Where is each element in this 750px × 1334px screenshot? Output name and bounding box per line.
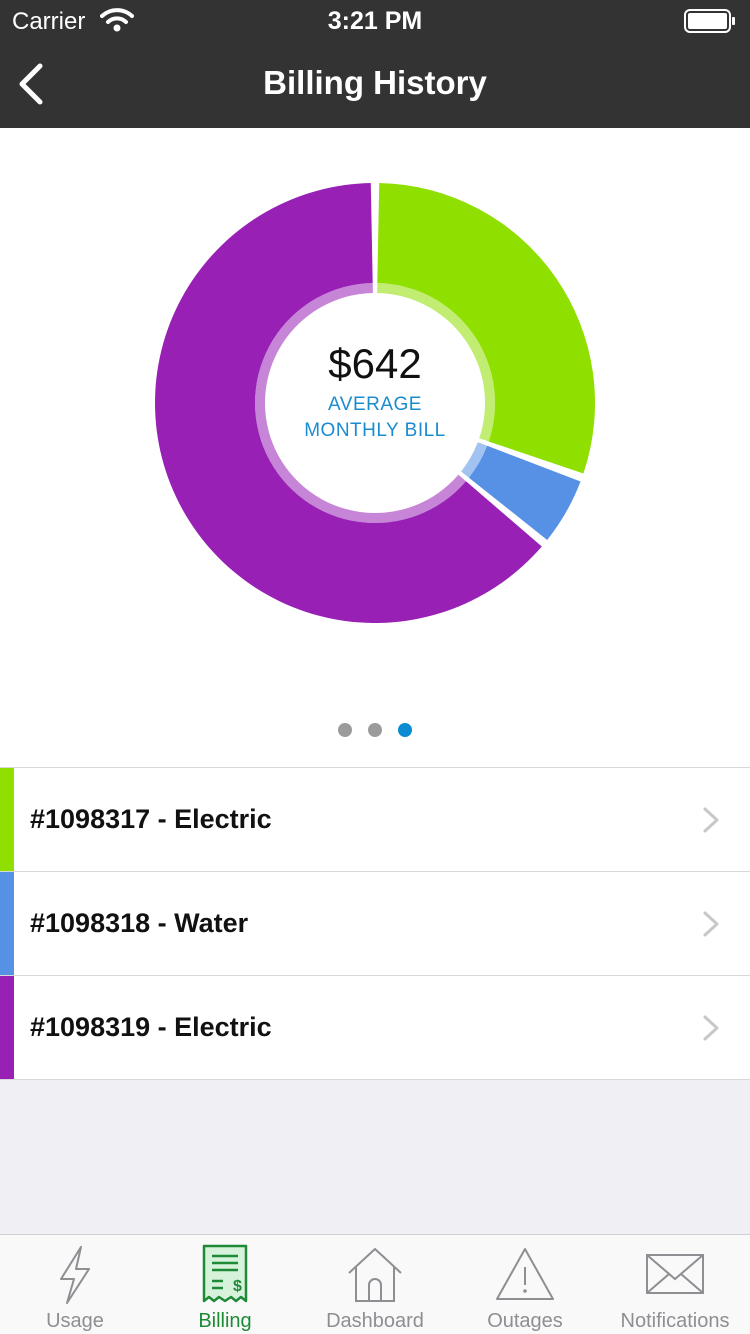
chevron-right-icon <box>703 1015 719 1041</box>
lightning-icon <box>60 1246 90 1304</box>
average-bill-amount: $642 <box>328 340 422 387</box>
account-row[interactable]: #1098319 - Electric <box>0 976 750 1080</box>
page-dot[interactable] <box>338 723 352 737</box>
chevron-right-icon <box>703 911 719 937</box>
page-indicator[interactable] <box>0 723 750 737</box>
tab-outages[interactable]: Outages <box>450 1235 600 1334</box>
tab-bar: Usage $ Billing Dashboard Outages Notifi… <box>0 1234 750 1334</box>
page-dot[interactable] <box>368 723 382 737</box>
status-time: 3:21 PM <box>327 7 423 35</box>
tab-label: Billing <box>198 1310 252 1332</box>
status-bar: Carrier 3:21 PM <box>0 0 750 40</box>
account-label: #1098318 - Water <box>30 908 249 938</box>
account-row[interactable]: #1098318 - Water <box>0 872 750 976</box>
page-dot[interactable] <box>398 723 412 737</box>
house-icon <box>348 1248 402 1302</box>
envelope-icon <box>646 1254 704 1294</box>
account-list: #1098317 - Electric #1098318 - Water #1098… <box>0 767 750 1080</box>
tab-notifications[interactable]: Notifications <box>600 1235 750 1334</box>
bill-icon: $ <box>202 1244 248 1303</box>
account-label: #1098319 - Electric <box>30 1012 272 1042</box>
navigation-bar: Billing History <box>0 40 750 128</box>
tab-usage[interactable]: Usage <box>0 1235 150 1334</box>
account-label: #1098317 - Electric <box>30 804 272 834</box>
svg-text:$: $ <box>233 1278 242 1295</box>
warning-icon <box>496 1248 554 1300</box>
account-row[interactable]: #1098317 - Electric <box>0 768 750 872</box>
tab-dashboard[interactable]: Dashboard <box>300 1235 450 1334</box>
chart-carousel[interactable]: $642 AVERAGE MONTHLY BILL <box>0 128 750 768</box>
average-bill-label: AVERAGE MONTHLY BILL <box>304 394 446 441</box>
battery-icon <box>684 9 735 33</box>
tab-label: Usage <box>46 1310 104 1332</box>
tab-billing[interactable]: $ Billing <box>150 1235 300 1334</box>
chevron-right-icon <box>703 807 719 833</box>
tab-label: Notifications <box>620 1310 730 1332</box>
account-color-stripe <box>0 768 14 871</box>
tab-label: Dashboard <box>326 1310 424 1332</box>
page-title: Billing History <box>263 64 487 101</box>
tab-label: Outages <box>487 1310 563 1332</box>
account-color-stripe <box>0 976 14 1079</box>
account-color-stripe <box>0 872 14 975</box>
